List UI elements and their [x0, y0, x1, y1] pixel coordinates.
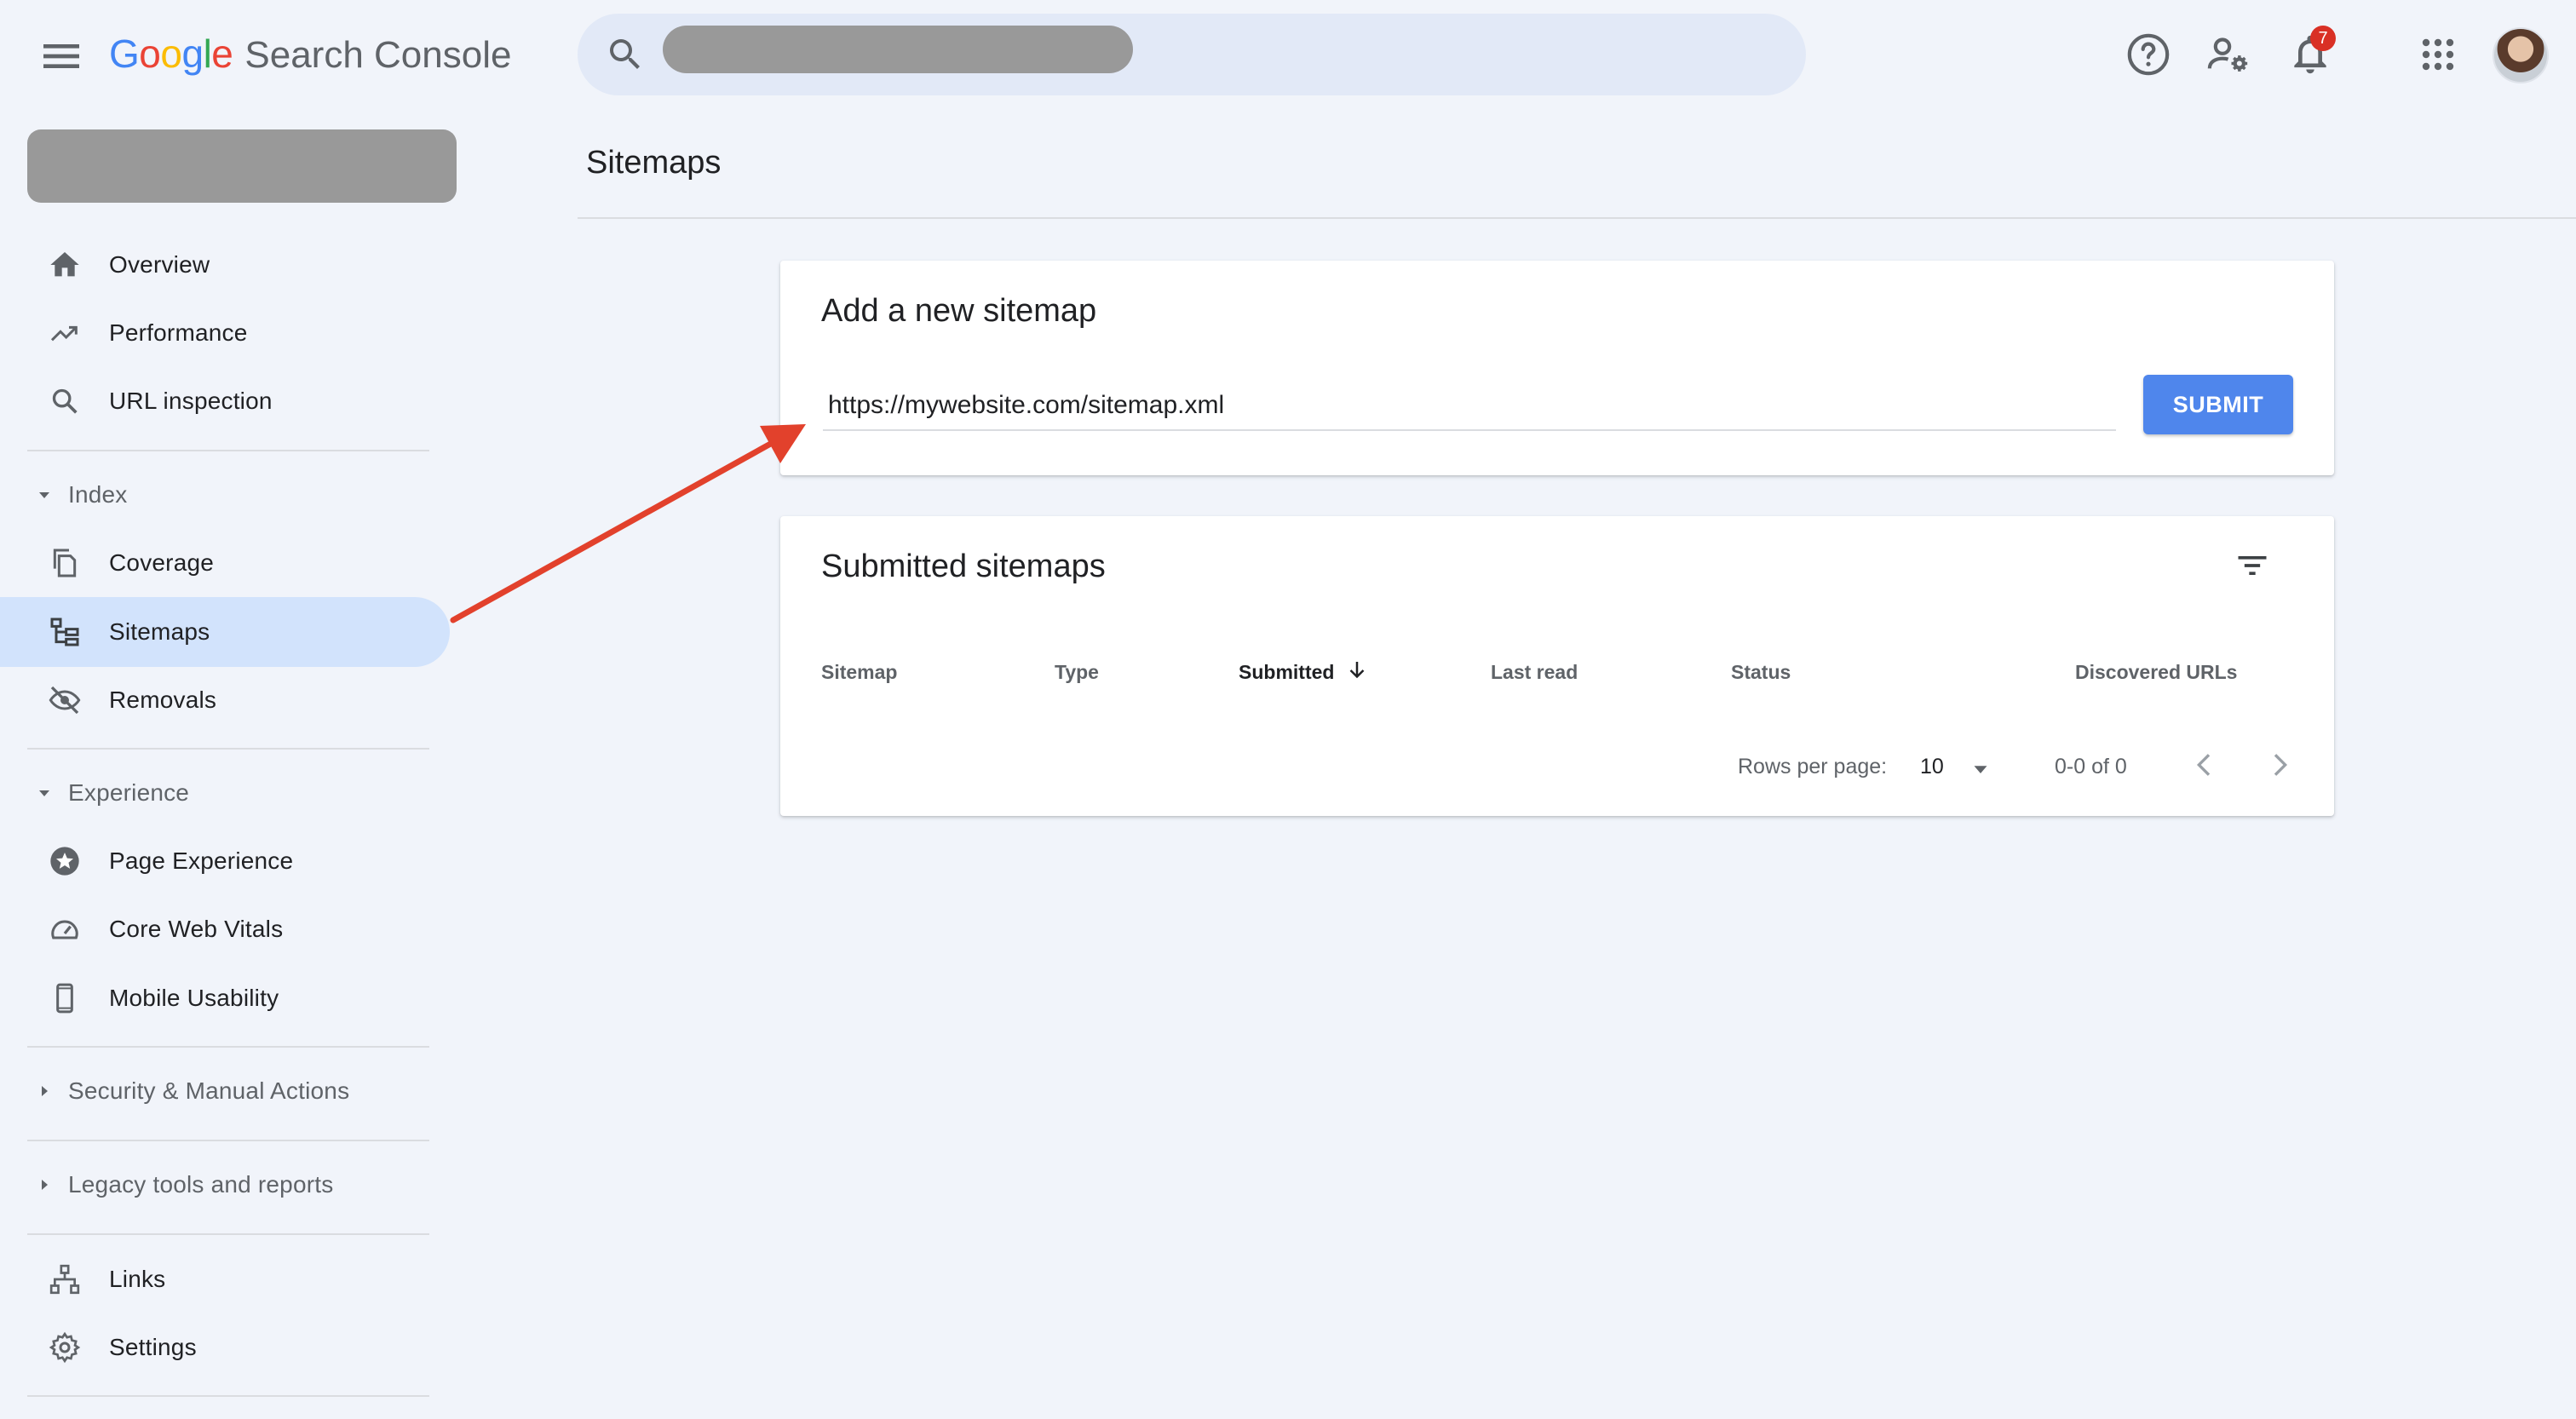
apps-button[interactable] [2414, 31, 2462, 78]
copy-icon [53, 549, 77, 577]
account-avatar[interactable] [2493, 27, 2549, 83]
caret-down-icon [39, 790, 49, 796]
sidebar-item-label: Mobile Usability [109, 985, 279, 1011]
section-label: Legacy tools and reports [68, 1171, 334, 1198]
help-button[interactable] [2125, 31, 2172, 78]
column-header-sitemap[interactable]: Sitemap [821, 661, 897, 684]
sitemap-icon [50, 618, 79, 646]
sidebar-item-removals[interactable]: Removals [0, 665, 450, 735]
rows-per-page-select[interactable]: 10 [1920, 755, 1944, 779]
sidebar-item-core-web-vitals[interactable]: Core Web Vitals [0, 894, 450, 964]
hamburger-menu-icon [43, 44, 79, 68]
sidebar-item-label: Core Web Vitals [109, 916, 284, 942]
sidebar-item-label: Sitemaps [109, 618, 210, 645]
sidebar-item-links[interactable]: Links [0, 1244, 450, 1314]
sidebar-item-mobile-usability[interactable]: Mobile Usability [0, 963, 450, 1033]
notification-count-badge: 7 [2310, 26, 2336, 51]
smartphone-icon [56, 983, 73, 1014]
gear-icon [49, 1331, 81, 1364]
sidebar-section-index[interactable]: Index [0, 465, 450, 525]
sidebar-divider [27, 450, 429, 451]
sidebar-item-label: Removals [109, 687, 217, 713]
submit-button[interactable]: SUBMIT [2143, 375, 2293, 434]
caret-right-icon [42, 1180, 48, 1190]
logo-letter: G [109, 32, 140, 76]
property-selector-redacted[interactable] [27, 129, 457, 203]
chevron-right-icon [2274, 754, 2288, 776]
app-logo[interactable]: Google Search Console [109, 31, 511, 85]
caret-down-icon [39, 492, 49, 498]
sidebar-item-label: Performance [109, 319, 248, 346]
search-icon[interactable] [605, 34, 646, 75]
sidebar-item-performance[interactable]: Performance [0, 298, 450, 368]
header-divider [578, 217, 2576, 219]
next-page-button[interactable] [2263, 748, 2297, 782]
logo-letter: o [139, 32, 161, 76]
admin-button[interactable] [2205, 31, 2252, 78]
help-icon [2127, 33, 2170, 76]
sidebar-item-sitemaps[interactable]: Sitemaps [0, 597, 450, 667]
speedometer-icon [51, 920, 78, 939]
sidebar-item-url-inspection[interactable]: URL inspection [0, 366, 450, 436]
star-badge-icon [50, 847, 79, 876]
sidebar-section-security[interactable]: Security & Manual Actions [0, 1061, 450, 1121]
section-label: Experience [68, 779, 190, 806]
product-name: Search Console [244, 34, 512, 76]
sidebar-divider [27, 1140, 429, 1141]
sidebar-divider [27, 1046, 429, 1048]
main-menu-button[interactable] [37, 32, 85, 80]
rows-per-page-label: Rows per page: [1738, 755, 1888, 778]
filter-button[interactable] [2234, 547, 2271, 584]
sitemap-url-input[interactable] [823, 382, 2116, 431]
chevron-left-icon [2196, 754, 2211, 776]
column-header-last-read[interactable]: Last read [1491, 661, 1578, 684]
annotation-arrow [450, 424, 806, 623]
sidebar-item-page-experience[interactable]: Page Experience [0, 826, 450, 896]
sidebar-item-settings[interactable]: Settings [0, 1313, 450, 1382]
logo-letter: g [181, 32, 204, 76]
sidebar-item-label: Coverage [109, 549, 215, 576]
trending-up-icon [50, 325, 78, 342]
section-label: Index [68, 481, 128, 508]
logo-letter: e [211, 32, 233, 76]
column-header-submitted[interactable]: Submitted [1239, 661, 1334, 684]
logo-letter: o [160, 32, 182, 76]
sidebar-section-experience[interactable]: Experience [0, 763, 450, 823]
caret-down-icon[interactable] [1968, 756, 1993, 782]
add-sitemap-title: Add a new sitemap [821, 293, 1097, 329]
person-settings-icon [2207, 37, 2248, 72]
submitted-sitemaps-title: Submitted sitemaps [821, 549, 1106, 584]
sidebar-item-coverage[interactable]: Coverage [0, 528, 450, 598]
home-icon [50, 252, 79, 277]
links-icon [49, 1264, 80, 1295]
sort-down-arrow-icon[interactable] [1344, 658, 1370, 683]
column-header-discovered-urls[interactable]: Discovered URLs [2075, 661, 2237, 684]
sidebar-item-label: Settings [109, 1334, 197, 1360]
page-title: Sitemaps [586, 145, 722, 181]
sidebar-divider [27, 1233, 429, 1235]
eye-off-icon [49, 686, 81, 715]
logo-letter: l [203, 32, 212, 76]
sidebar-item-overview[interactable]: Overview [0, 230, 450, 300]
previous-page-button[interactable] [2188, 748, 2222, 782]
apps-grid-icon [2422, 38, 2454, 71]
sidebar-section-legacy[interactable]: Legacy tools and reports [0, 1155, 450, 1215]
filter-icon [2238, 556, 2267, 575]
search-input-redacted[interactable] [663, 26, 1133, 73]
column-header-status[interactable]: Status [1731, 661, 1791, 684]
sidebar-divider [27, 748, 429, 750]
column-header-type[interactable]: Type [1055, 661, 1099, 684]
pagination-range: 0-0 of 0 [2055, 755, 2127, 778]
sidebar-item-label: Page Experience [109, 847, 294, 874]
google-wordmark: Google [109, 31, 233, 77]
sidebar-divider [27, 1395, 429, 1397]
sidebar-item-label: Links [109, 1266, 166, 1292]
section-label: Security & Manual Actions [68, 1077, 350, 1104]
sidebar-item-label: Overview [109, 251, 210, 278]
sidebar-item-label: URL inspection [109, 388, 273, 414]
caret-right-icon [42, 1086, 48, 1096]
search-icon [52, 388, 78, 414]
